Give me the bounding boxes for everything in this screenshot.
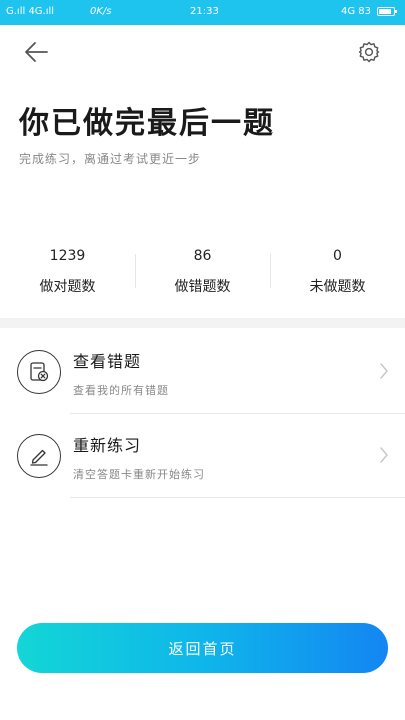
restart-practice-item[interactable]: 重新练习 清空答题卡重新开始练习 (0, 414, 405, 498)
gear-icon (358, 41, 380, 63)
return-home-button[interactable]: 返回首页 (17, 623, 388, 673)
page-title: 你已做完最后一题 (19, 106, 275, 141)
status-right: 4G 83 (340, 6, 371, 17)
stat-wrong: 86 做错题数 (135, 240, 270, 305)
view-wrong-answers-desc: 查看我的所有错题 (73, 384, 169, 397)
network-speed: 0K/s (90, 6, 112, 17)
status-bar: G.ıll 4G.ıll 0K/s 21:33 4G 83 (0, 0, 405, 25)
stat-label: 做错题数 (174, 279, 231, 295)
back-button[interactable] (18, 34, 54, 70)
arrow-left-icon (25, 42, 48, 62)
restart-practice-desc: 清空答题卡重新开始练习 (73, 468, 205, 481)
clock: 21:33 (190, 6, 219, 17)
stat-value: 86 (193, 248, 212, 264)
restart-practice-title: 重新练习 (73, 436, 142, 455)
stat-unanswered: 0 未做题数 (270, 240, 405, 305)
stat-value: 0 (333, 248, 342, 264)
wrong-answers-icon (17, 350, 61, 394)
view-wrong-answers-title: 查看错题 (73, 352, 142, 371)
battery-icon (377, 7, 397, 16)
page-subtitle: 完成练习，离通过考试更近一步 (19, 152, 202, 166)
row-divider (70, 497, 405, 498)
stat-value: 1239 (49, 248, 86, 264)
signal-indicator: G.ıll 4G.ıll (6, 6, 55, 17)
chevron-right-icon (380, 447, 388, 463)
view-wrong-answers-item[interactable]: 查看错题 查看我的所有错题 (0, 330, 405, 414)
stat-correct: 1239 做对题数 (0, 240, 135, 305)
stat-label: 做对题数 (39, 279, 96, 295)
pencil-icon (17, 434, 61, 478)
stat-label: 未做题数 (309, 279, 366, 295)
stats-panel: 1239 做对题数 86 做错题数 0 未做题数 (0, 240, 405, 305)
chevron-right-icon (380, 363, 388, 379)
settings-button[interactable] (351, 34, 387, 70)
section-divider (0, 318, 405, 328)
